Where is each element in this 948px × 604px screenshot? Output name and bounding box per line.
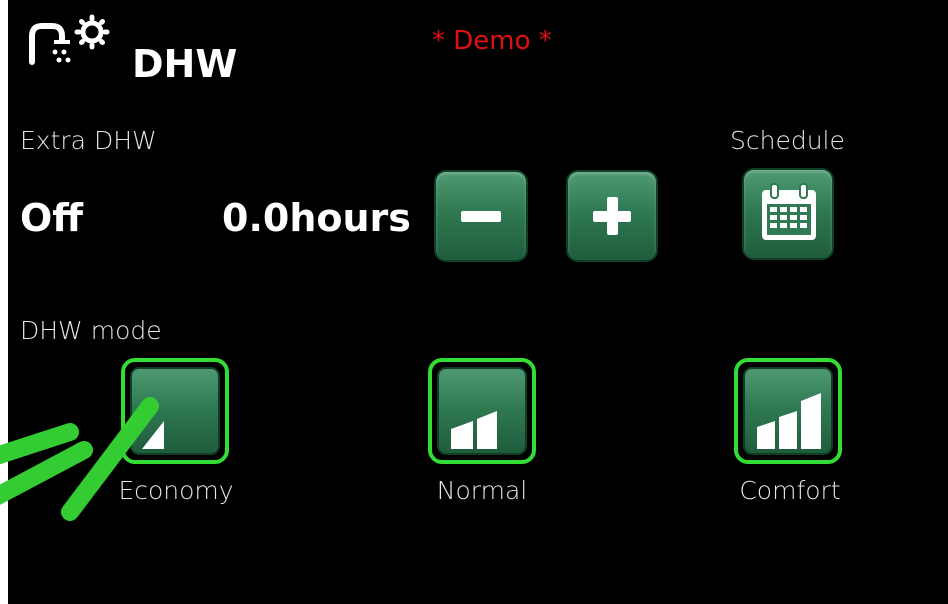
mode-normal-label: Normal [436, 476, 528, 505]
annotation-arrow-icon [0, 397, 159, 521]
mode-comfort-button[interactable] [734, 358, 842, 464]
demo-label: * Demo * [432, 26, 552, 56]
minus-icon [461, 211, 501, 222]
mode-normal-button[interactable] [428, 358, 536, 464]
schedule-label: Schedule [730, 126, 845, 155]
extra-dhw-status: Off [20, 196, 84, 240]
extra-dhw-duration: 0.0hours [222, 196, 411, 240]
dhw-mode-label: DHW mode [20, 316, 162, 345]
shower-gear-icon [22, 14, 132, 76]
calendar-icon [762, 183, 816, 240]
mode-comfort-label: Comfort [739, 476, 841, 505]
extra-dhw-label: Extra DHW [20, 126, 157, 155]
decrease-button[interactable] [434, 170, 528, 262]
schedule-button[interactable] [742, 168, 834, 260]
page-title: DHW [132, 42, 238, 86]
increase-button[interactable] [566, 170, 658, 262]
